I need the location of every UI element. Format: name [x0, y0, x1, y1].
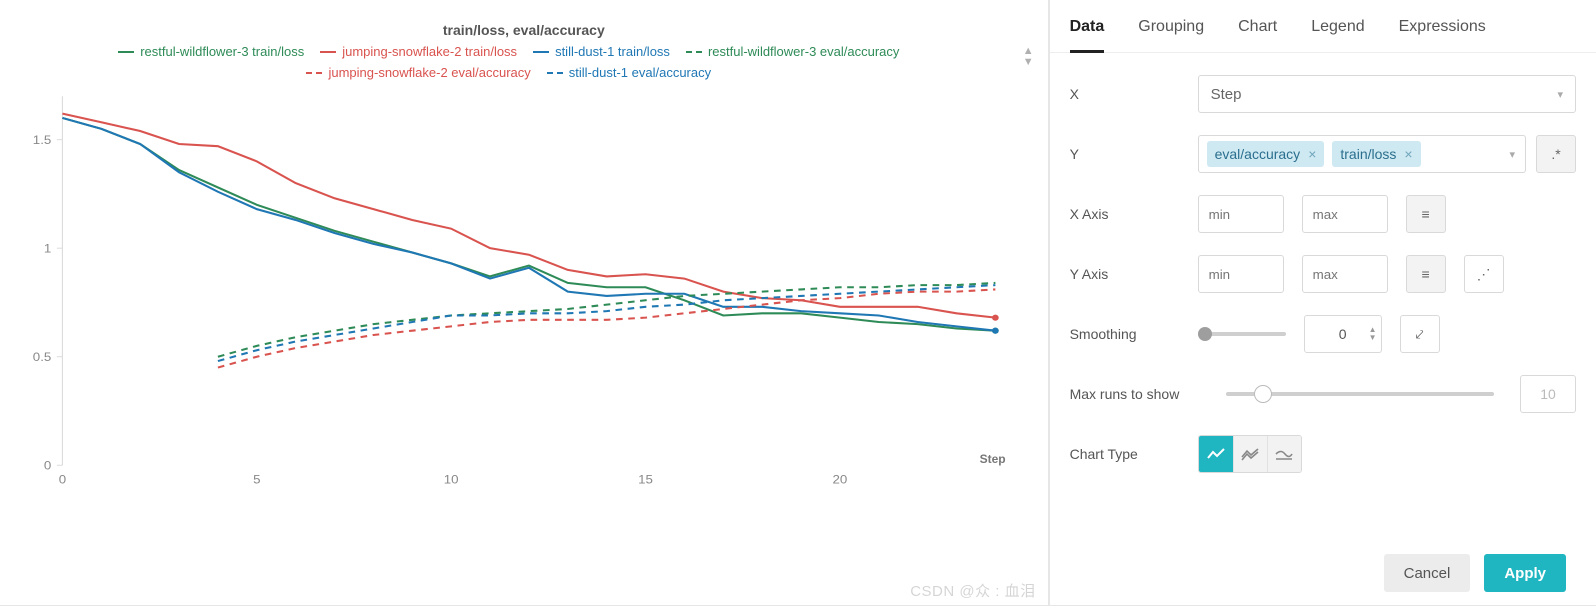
chart-pane: train/loss, eval/accuracy restful-wildfl…	[0, 0, 1049, 605]
x-axis-min-input[interactable]	[1198, 195, 1284, 233]
y-select[interactable]: eval/accuracy × train/loss × ▾	[1198, 135, 1526, 173]
chart-type-area-button[interactable]	[1233, 436, 1267, 472]
chart-title: train/loss, eval/accuracy	[10, 22, 1038, 38]
watermark: CSDN @众 : 血泪	[910, 580, 1035, 601]
legend-item[interactable]: restful-wildflower-3 eval/accuracy	[686, 44, 899, 59]
svg-text:0.5: 0.5	[33, 349, 52, 363]
tab-chart[interactable]: Chart	[1238, 18, 1277, 52]
y-chip[interactable]: train/loss ×	[1332, 141, 1420, 167]
regex-button[interactable]: .*	[1536, 135, 1576, 173]
legend-swatch-icon	[320, 51, 336, 53]
legend-item[interactable]: still-dust-1 train/loss	[533, 44, 670, 59]
legend-item-label: restful-wildflower-3 eval/accuracy	[708, 44, 899, 59]
smoothing-value: 0	[1339, 326, 1347, 342]
footer-actions: Cancel Apply	[1384, 554, 1566, 592]
x-axis-label: Step	[980, 452, 1006, 466]
apply-button[interactable]: Apply	[1484, 554, 1566, 592]
smoothing-mode-button[interactable]: ⤦	[1400, 315, 1440, 353]
svg-text:20: 20	[832, 472, 847, 486]
y-axis-scale-button[interactable]: ≡	[1406, 255, 1446, 293]
y-chip-label: eval/accuracy	[1215, 146, 1301, 162]
chart-type-group	[1198, 435, 1302, 473]
tab-grouping[interactable]: Grouping	[1138, 18, 1204, 52]
tab-data[interactable]: Data	[1070, 18, 1105, 53]
y-chip-label: train/loss	[1340, 146, 1396, 162]
linear-scale-icon: ≡	[1422, 266, 1430, 282]
cancel-button[interactable]: Cancel	[1384, 554, 1471, 592]
x-axis-label-text: X Axis	[1070, 206, 1180, 222]
smoothing-icon: ⤦	[1416, 326, 1424, 343]
linear-scale-icon: ≡	[1422, 206, 1430, 222]
svg-text:5: 5	[253, 472, 260, 486]
chart-type-label: Chart Type	[1070, 446, 1180, 462]
caret-down-icon: ▾	[1509, 148, 1515, 161]
outliers-icon: ⋰	[1477, 266, 1491, 283]
chart-type-pct-button[interactable]	[1267, 436, 1301, 472]
area-chart-icon	[1241, 447, 1259, 461]
legend-swatch-icon	[306, 72, 322, 74]
x-select-value: Step	[1211, 86, 1242, 103]
max-runs-value-input[interactable]: 10	[1520, 375, 1576, 413]
x-axis-scale-button[interactable]: ≡	[1406, 195, 1446, 233]
legend-swatch-icon	[547, 72, 563, 74]
tab-bar: Data Grouping Chart Legend Expressions	[1050, 0, 1596, 53]
legend-item-label: jumping-snowflake-2 eval/accuracy	[328, 65, 530, 80]
legend-swatch-icon	[118, 51, 134, 53]
legend-swatch-icon	[686, 51, 702, 53]
number-spinner-icon[interactable]: ▲▼	[1369, 326, 1377, 342]
max-runs-value: 10	[1540, 386, 1556, 402]
svg-text:1: 1	[44, 241, 51, 255]
legend-swatch-icon	[533, 51, 549, 53]
legend-item-label: still-dust-1 eval/accuracy	[569, 65, 711, 80]
legend-item[interactable]: restful-wildflower-3 train/loss	[118, 44, 304, 59]
legend-item-label: still-dust-1 train/loss	[555, 44, 670, 59]
smoothing-slider[interactable]	[1198, 332, 1286, 336]
legend-item-label: jumping-snowflake-2 train/loss	[342, 44, 517, 59]
regex-icon: .*	[1551, 146, 1560, 162]
smoothing-value-input[interactable]: 0 ▲▼	[1304, 315, 1382, 353]
y-axis-outliers-button[interactable]: ⋰	[1464, 255, 1504, 293]
y-chip[interactable]: eval/accuracy ×	[1207, 141, 1325, 167]
legend-item-label: restful-wildflower-3 train/loss	[140, 44, 304, 59]
y-axis-max-input[interactable]	[1302, 255, 1388, 293]
side-panel: Data Grouping Chart Legend Expressions X Ste…	[1049, 0, 1596, 605]
caret-down-icon: ▾	[1557, 88, 1563, 101]
legend-down-icon[interactable]: ▼	[1023, 57, 1034, 68]
legend-item[interactable]: jumping-snowflake-2 train/loss	[320, 44, 517, 59]
legend-item[interactable]: jumping-snowflake-2 eval/accuracy	[306, 65, 530, 80]
plot-area[interactable]: 0 0.5 1 1.5 0 5 10 15 20 Step	[18, 86, 1018, 496]
close-icon[interactable]: ×	[1404, 146, 1412, 162]
x-select[interactable]: Step ▾	[1198, 75, 1576, 113]
y-axis-min-input[interactable]	[1198, 255, 1284, 293]
chart-legend: restful-wildflower-3 train/loss jumping-s…	[10, 44, 1008, 80]
svg-text:10: 10	[444, 472, 459, 486]
max-runs-label: Max runs to show	[1070, 386, 1200, 402]
pct-chart-icon	[1275, 447, 1293, 461]
svg-text:1.5: 1.5	[33, 132, 52, 146]
y-label: Y	[1070, 146, 1180, 162]
x-label: X	[1070, 86, 1180, 102]
tab-legend[interactable]: Legend	[1311, 18, 1364, 52]
tab-expressions[interactable]: Expressions	[1399, 18, 1486, 52]
smoothing-label: Smoothing	[1070, 326, 1180, 342]
svg-text:0: 0	[59, 472, 66, 486]
legend-item[interactable]: still-dust-1 eval/accuracy	[547, 65, 711, 80]
close-icon[interactable]: ×	[1308, 146, 1316, 162]
svg-text:0: 0	[44, 458, 51, 472]
y-axis-label-text: Y Axis	[1070, 266, 1180, 282]
x-axis-max-input[interactable]	[1302, 195, 1388, 233]
chart-type-line-button[interactable]	[1199, 436, 1233, 472]
line-chart-icon	[1207, 447, 1225, 461]
svg-text:15: 15	[638, 472, 653, 486]
legend-scroll[interactable]: ▲ ▼	[1023, 46, 1034, 68]
max-runs-slider[interactable]	[1226, 392, 1494, 396]
